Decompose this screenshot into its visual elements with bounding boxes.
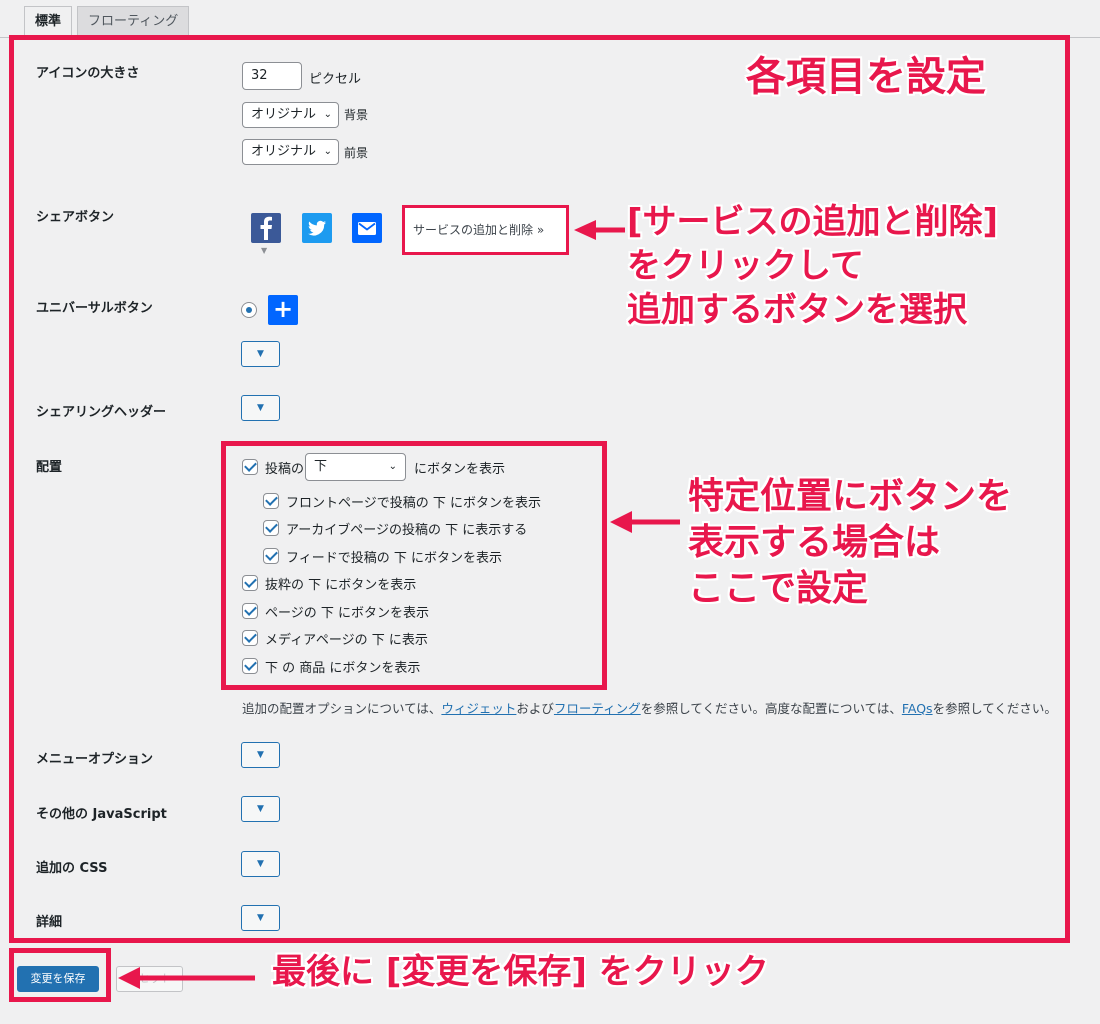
annotation-placement-line: 表示する場合は: [688, 522, 941, 563]
annotation-top: 各項目を設定: [746, 54, 986, 100]
annotation-services-line: をクリックして: [627, 246, 864, 286]
annotation-services: [サービスの追加と削除] をクリックして 追加するボタンを選択: [627, 200, 998, 332]
annotation-placement-line: 特定位置にボタンを: [688, 476, 1013, 517]
placement-frame: [221, 441, 607, 690]
annotation-services-line: [サービスの追加と削除]: [627, 202, 999, 242]
annotation-placement-line: ここで設定: [688, 568, 869, 609]
reset-button[interactable]: リセット: [116, 966, 183, 992]
tab-floating[interactable]: フローティング: [77, 6, 190, 38]
tab-bar: 標準 フローティング: [0, 0, 1100, 39]
save-frame: [9, 948, 111, 1002]
annotation-placement: 特定位置にボタンを 表示する場合は ここで設定: [688, 474, 1012, 612]
annotation-services-line: 追加するボタンを選択: [627, 290, 967, 330]
annotation-save: 最後に [変更を保存] をクリック: [272, 952, 769, 992]
